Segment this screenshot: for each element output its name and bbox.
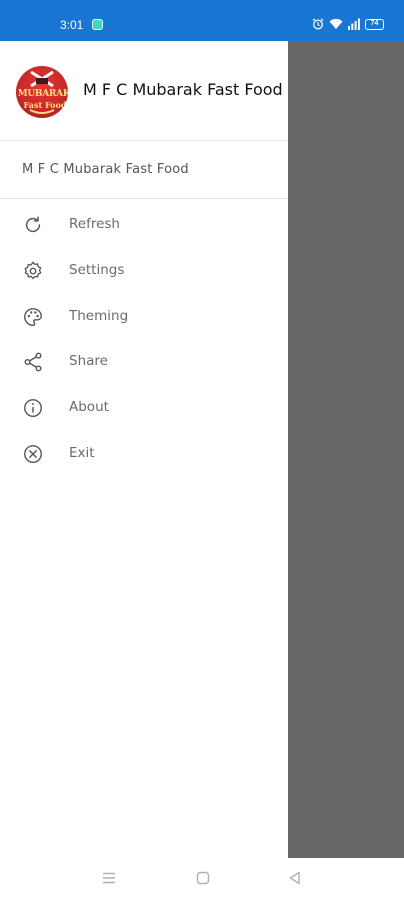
restaurant-logo: MUBARAK Fast Food xyxy=(16,66,68,118)
menu-icon[interactable] xyxy=(101,870,121,888)
palette-icon xyxy=(22,306,44,328)
gear-icon xyxy=(22,260,44,282)
menu-item-theming[interactable]: Theming xyxy=(0,294,288,340)
menu-item-label: Refresh xyxy=(69,216,120,232)
back-icon[interactable] xyxy=(287,870,307,888)
menu-item-label: Share xyxy=(69,353,108,370)
share-icon xyxy=(22,351,44,373)
alarm-icon xyxy=(312,18,324,30)
info-icon xyxy=(22,397,44,419)
drawer-subtitle: M F C Mubarak Fast Food xyxy=(22,162,189,177)
close-circle-icon xyxy=(22,443,44,465)
status-bar: 3:01 74 xyxy=(0,0,404,41)
signal-icon xyxy=(348,18,360,30)
menu-item-settings[interactable]: Settings xyxy=(0,248,288,294)
status-icons: 74 xyxy=(312,17,384,31)
home-icon[interactable] xyxy=(195,870,215,888)
menu-item-share[interactable]: Share xyxy=(0,339,288,385)
logo-text-line2: Fast Food xyxy=(23,100,67,110)
drawer-header: MUBARAK Fast Food M F C Mubarak Fast Foo… xyxy=(0,41,288,141)
menu-item-label: Exit xyxy=(69,444,95,461)
menu-item-label: Theming xyxy=(69,307,129,324)
divider xyxy=(0,198,288,199)
battery-icon: 74 xyxy=(365,18,384,30)
navigation-drawer: MUBARAK Fast Food M F C Mubarak Fast Foo… xyxy=(0,41,288,858)
wifi-icon xyxy=(329,18,343,30)
drawer-scrim[interactable] xyxy=(288,41,404,858)
status-time: 3:01 xyxy=(60,18,84,32)
drawer-menu: Refresh Settings Theming Share About Exi… xyxy=(0,202,288,477)
menu-item-label: About xyxy=(69,399,109,416)
drawer-header-title: M F C Mubarak Fast Food xyxy=(83,80,283,99)
menu-item-exit[interactable]: Exit xyxy=(0,431,288,477)
menu-item-refresh[interactable]: Refresh xyxy=(0,202,288,248)
system-navigation-bar xyxy=(0,858,404,900)
logo-text-line1: MUBARAK xyxy=(17,89,68,99)
app-notification-icon xyxy=(92,19,103,30)
menu-item-label: Settings xyxy=(69,261,125,278)
menu-item-about[interactable]: About xyxy=(0,385,288,431)
refresh-icon xyxy=(22,214,44,236)
